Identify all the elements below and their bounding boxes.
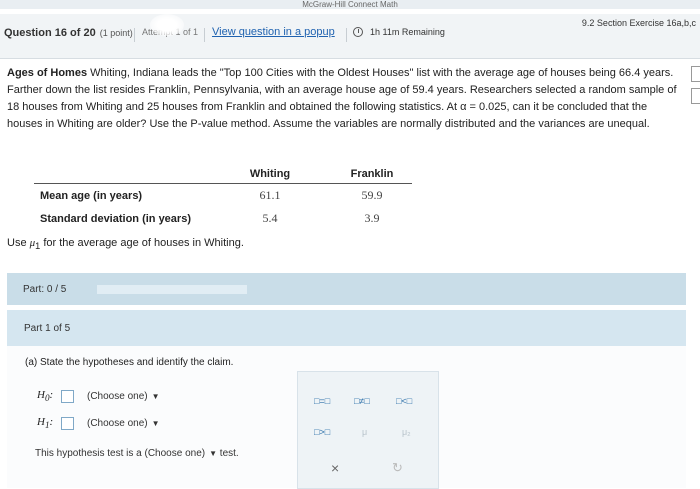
table-header-franklin: Franklin bbox=[332, 165, 412, 184]
statistics-table: Whiting Franklin Mean age (in years) 61.… bbox=[34, 165, 412, 230]
greater-than-button[interactable]: □>□ bbox=[314, 427, 330, 437]
not-equals-button[interactable]: □≠□ bbox=[354, 396, 370, 406]
problem-text: Ages of Homes Whiting, Indiana leads the… bbox=[7, 65, 685, 133]
divider bbox=[134, 28, 135, 42]
part-section-label: Part 1 of 5 bbox=[24, 323, 71, 334]
side-tab[interactable] bbox=[691, 88, 700, 104]
table-row: Mean age (in years) 61.1 59.9 bbox=[34, 184, 412, 208]
dropdown-arrow-icon: ▼ bbox=[151, 392, 160, 401]
part-progress-bar: Part: 0 / 5 bbox=[7, 273, 686, 305]
dropdown-arrow-icon: ▼ bbox=[209, 449, 218, 458]
brand-bar: McGraw-Hill Connect Math bbox=[0, 0, 700, 9]
less-than-button[interactable]: □<□ bbox=[396, 396, 412, 406]
dropdown-arrow-icon: ▼ bbox=[151, 419, 160, 428]
screen-glare bbox=[150, 14, 184, 36]
clock-icon bbox=[353, 27, 363, 37]
use-mu-instruction: Use μ1 for the average age of houses in … bbox=[7, 237, 244, 252]
part-a-content: (a) State the hypotheses and identify th… bbox=[7, 346, 686, 489]
table-header-whiting: Whiting bbox=[230, 165, 310, 184]
problem-title: Ages of Homes bbox=[7, 67, 88, 79]
view-popup-link[interactable]: View question in a popup bbox=[212, 26, 335, 38]
divider bbox=[346, 28, 347, 42]
mu-button[interactable]: μ bbox=[362, 427, 367, 437]
part-a-statement: (a) State the hypotheses and identify th… bbox=[25, 357, 234, 368]
franklin-sd: 3.9 bbox=[364, 211, 380, 225]
problem-body: Whiting, Indiana leads the "Top 100 Citi… bbox=[7, 67, 677, 130]
table-header-row: Whiting Franklin bbox=[34, 165, 412, 184]
franklin-mean: 59.9 bbox=[361, 188, 383, 202]
math-palette: □=□ □≠□ □<□ □>□ μ μ₂ × ↻ bbox=[297, 371, 439, 489]
table-header-blank bbox=[34, 165, 230, 184]
whiting-mean: 61.1 bbox=[259, 188, 281, 202]
part-progress-label: Part: 0 / 5 bbox=[23, 284, 67, 295]
divider bbox=[204, 28, 205, 42]
question-label: Question 16 of 20 bbox=[4, 27, 96, 39]
test-type-line: This hypothesis test is a (Choose one) ▼ … bbox=[35, 448, 239, 459]
test-type-dropdown[interactable]: (Choose one) ▼ bbox=[145, 448, 218, 459]
section-label: 9.2 Section Exercise 16a,b,c bbox=[581, 18, 696, 28]
clear-icon[interactable]: × bbox=[331, 460, 339, 476]
brand-text: McGraw-Hill Connect Math bbox=[302, 0, 398, 9]
h0-claim-dropdown[interactable]: (Choose one) ▼ bbox=[87, 391, 160, 402]
h0-label: H0: bbox=[37, 389, 54, 404]
question-number: Question 16 of 20 (1 point) bbox=[4, 27, 133, 39]
mu-sub-button[interactable]: μ₂ bbox=[402, 427, 411, 437]
h1-claim-dropdown[interactable]: (Choose one) ▼ bbox=[87, 418, 160, 429]
whiting-sd: 5.4 bbox=[262, 211, 278, 225]
question-header: Question 16 of 20(1 point) Attempt 1 of … bbox=[0, 14, 700, 59]
row-label: Mean age (in years) bbox=[40, 189, 143, 202]
equals-button[interactable]: □=□ bbox=[314, 396, 330, 406]
table-row: Standard deviation (in years) 5.4 3.9 bbox=[34, 207, 412, 230]
row-label: Standard deviation (in years) bbox=[40, 212, 191, 225]
side-tab[interactable] bbox=[691, 66, 700, 82]
progress-track bbox=[97, 285, 247, 294]
h1-answer-box[interactable] bbox=[61, 417, 74, 430]
part-section-header: Part 1 of 5 bbox=[7, 310, 686, 346]
redo-icon[interactable]: ↻ bbox=[392, 460, 403, 476]
time-remaining: 1h 11m Remaining bbox=[370, 27, 445, 37]
h1-label: H1: bbox=[37, 416, 54, 431]
h0-answer-box[interactable] bbox=[61, 390, 74, 403]
points-label: (1 point) bbox=[99, 28, 133, 38]
